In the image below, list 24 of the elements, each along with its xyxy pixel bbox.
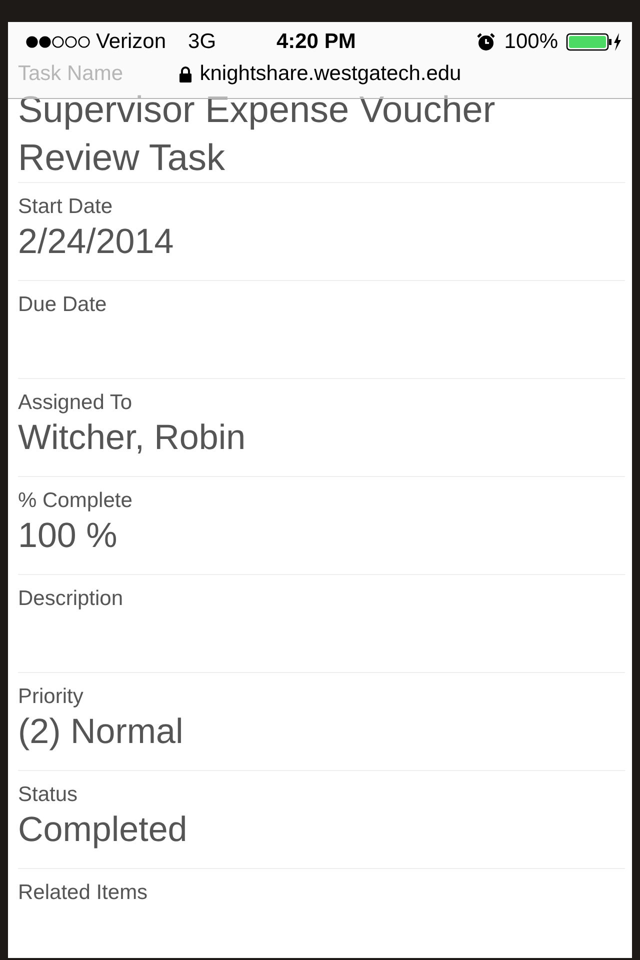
field-label: Priority — [18, 685, 84, 709]
alarm-icon — [476, 32, 496, 52]
lock-icon — [178, 66, 192, 82]
url-text[interactable]: knightshare.westgatech.edu — [200, 62, 462, 86]
battery-charging-icon — [566, 32, 622, 52]
field-label: Status — [18, 783, 78, 807]
field-value: 100 % — [18, 515, 118, 557]
field-label: Related Items — [18, 881, 148, 905]
field-label: Task Name — [18, 62, 124, 86]
field-value: Supervisor Expense Voucher Review Task — [18, 88, 496, 180]
battery-percent: 100% — [504, 30, 558, 54]
field-value: (2) Normal — [18, 711, 184, 753]
network-type: 3G — [188, 30, 216, 54]
signal-icon — [26, 36, 90, 48]
field-value: 2/24/2014 — [18, 221, 174, 263]
clock-time: 4:20 PM — [275, 30, 357, 54]
field-value: Witcher, Robin — [18, 417, 246, 459]
field-label: Assigned To — [18, 391, 132, 415]
field-label: Start Date — [18, 195, 113, 219]
carrier-name: Verizon — [96, 30, 166, 54]
field-label: % Complete — [18, 489, 132, 513]
field-value: Completed — [18, 809, 188, 851]
field-label: Due Date — [18, 293, 107, 317]
field-label: Description — [18, 587, 124, 611]
